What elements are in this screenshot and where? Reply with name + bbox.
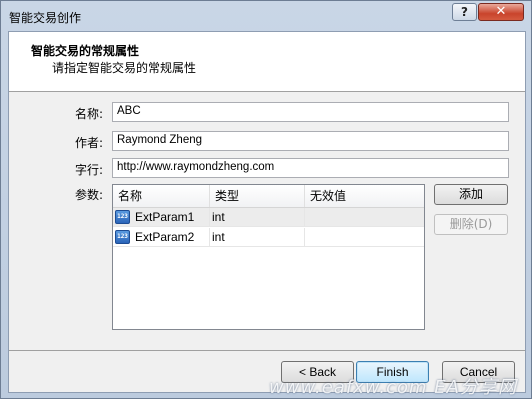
param-type: int — [210, 208, 305, 227]
column-header-name[interactable]: 名称 — [113, 185, 210, 207]
param-default[interactable] — [305, 208, 424, 227]
param-name-cell: 123 ExtParam2 — [113, 228, 210, 247]
author-field[interactable]: Raymond Zheng — [112, 131, 509, 151]
column-header-default[interactable]: 无效值 — [305, 185, 424, 207]
table-row[interactable]: 123 ExtParam1 int — [113, 208, 424, 227]
param-name: ExtParam1 — [135, 210, 195, 224]
add-param-button[interactable]: 添加 — [434, 184, 508, 205]
params-list[interactable]: 名称 类型 无效值 123 ExtParam1 int 123 ExtParam… — [112, 184, 425, 330]
watermark: www.eafxw.com EA分享网 — [269, 377, 517, 398]
page-header: 智能交易的常规属性 请指定智能交易的常规属性 — [9, 32, 525, 92]
window-title: 智能交易创作 — [9, 11, 82, 25]
name-field[interactable]: ABC — [112, 102, 509, 122]
footer-divider — [9, 350, 525, 351]
param-default[interactable] — [305, 228, 424, 247]
table-row[interactable]: 123 ExtParam2 int — [113, 228, 424, 247]
dialog-client: 智能交易的常规属性 请指定智能交易的常规属性 名称: ABC 作者: Raymo… — [8, 31, 526, 393]
help-button[interactable]: ? — [452, 3, 477, 21]
delete-param-button[interactable]: 删除(D) — [434, 214, 508, 235]
name-label: 名称: — [75, 107, 104, 121]
title-bar[interactable]: 智能交易创作 ? ✕ — [1, 1, 531, 31]
page-subtitle: 请指定智能交易的常规属性 — [52, 61, 197, 75]
param-name: ExtParam2 — [135, 230, 195, 244]
author-label: 作者: — [75, 136, 104, 150]
param-icon: 123 — [115, 210, 130, 224]
param-icon: 123 — [115, 230, 130, 244]
wizard-window: 智能交易创作 ? ✕ 智能交易的常规属性 请指定智能交易的常规属性 名称: AB… — [0, 0, 532, 399]
column-header-type[interactable]: 类型 — [210, 185, 305, 207]
params-list-header: 名称 类型 无效值 — [113, 185, 424, 208]
page-title: 智能交易的常规属性 — [31, 44, 140, 58]
link-label: 字行: — [75, 163, 104, 177]
param-name-cell: 123 ExtParam1 — [113, 208, 210, 227]
params-label: 参数: — [75, 188, 104, 202]
param-type: int — [210, 228, 305, 247]
link-field[interactable]: http://www.raymondzheng.com — [112, 158, 509, 178]
close-button[interactable]: ✕ — [478, 3, 524, 21]
